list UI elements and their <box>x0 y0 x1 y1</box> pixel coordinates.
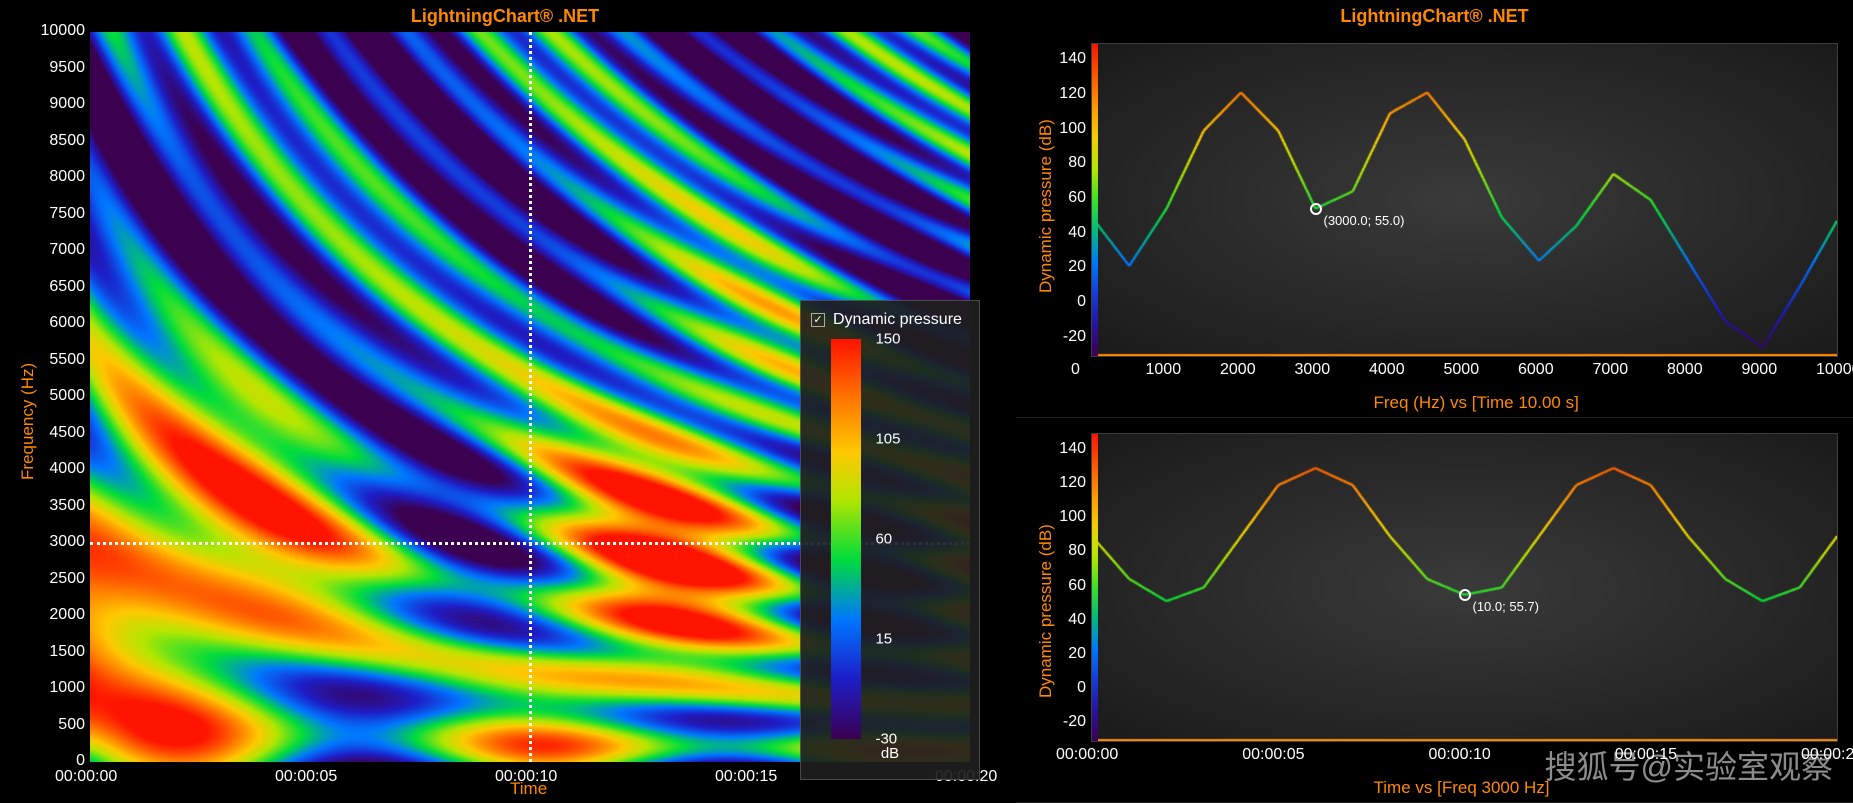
heatmap-xtick: 00:00:15 <box>715 768 777 786</box>
freq-slice-ytick: 0 <box>1046 293 1086 311</box>
heatmap-ytick: 10000 <box>30 22 85 40</box>
time-slice-ytick: 60 <box>1046 577 1086 595</box>
freq-slice-xtick: 1000 <box>1146 361 1182 379</box>
freq-slice-xtick: 6000 <box>1518 361 1554 379</box>
time-slice-marker-icon[interactable] <box>1459 589 1471 601</box>
time-slice-xtick: 00:00:10 <box>1429 746 1491 764</box>
freq-slice-xtick: 4000 <box>1369 361 1405 379</box>
heatmap-xlabel: Time <box>510 779 547 799</box>
heatmap-ytick: 6000 <box>30 314 85 332</box>
time-slice-xtick: 00:00:05 <box>1242 746 1304 764</box>
heatmap-xtick: 00:00:00 <box>55 768 117 786</box>
freq-slice-xtick: 8000 <box>1667 361 1703 379</box>
legend-title: Dynamic pressure <box>833 311 962 329</box>
heatmap-ytick: 4500 <box>30 424 85 442</box>
legend-tick: 150 <box>875 331 900 348</box>
freq-slice-ytick: 40 <box>1046 224 1086 242</box>
heatmap-ytick: 7000 <box>30 241 85 259</box>
time-slice-marker-label: (10.0; 55.7) <box>1473 599 1540 614</box>
heatmap-ytick: 2000 <box>30 606 85 624</box>
time-slice-color-strip <box>1092 434 1098 741</box>
freq-slice-marker-label: (3000.0; 55.0) <box>1324 213 1405 228</box>
freq-slice-xtick: 3000 <box>1295 361 1331 379</box>
heatmap-ytick: 5000 <box>30 387 85 405</box>
freq-slice-ytick: -20 <box>1046 328 1086 346</box>
freq-slice-xtick: 9000 <box>1742 361 1778 379</box>
time-slice-ytick: 0 <box>1046 679 1086 697</box>
freq-slice-ytick: 140 <box>1046 50 1086 68</box>
time-slice-plot-area[interactable]: (10.0; 55.7) <box>1091 433 1838 742</box>
watermark-text: 搜狐号@实验室观察 <box>1545 742 1834 788</box>
freq-slice-xtick: 7000 <box>1593 361 1629 379</box>
freq-slice-color-strip <box>1092 44 1098 356</box>
heatmap-ytick: 9500 <box>30 59 85 77</box>
freq-slice-chart[interactable]: (3000.0; 55.0) Dynamic pressure (dB) -20… <box>1016 33 1853 418</box>
heatmap-panel[interactable]: LightningChart® .NET Frequency (Hz) 0500… <box>0 0 1010 803</box>
legend-checkbox-icon[interactable]: ✓ <box>811 313 825 327</box>
right-panel: LightningChart® .NET (3000.0; 55.0) Dyna… <box>1016 0 1853 803</box>
dashboard-layout: LightningChart® .NET Frequency (Hz) 0500… <box>0 0 1853 803</box>
right-title: LightningChart® .NET <box>1016 0 1853 33</box>
heatmap-ytick: 8000 <box>30 168 85 186</box>
heatmap-ytick: 7500 <box>30 205 85 223</box>
legend-tick: -30 <box>875 731 897 748</box>
freq-slice-ytick: 120 <box>1046 85 1086 103</box>
heatmap-ytick: 3000 <box>30 533 85 551</box>
heatmap-ytick: 1500 <box>30 643 85 661</box>
freq-slice-ytick: 60 <box>1046 189 1086 207</box>
heatmap-ytick: 2500 <box>30 570 85 588</box>
time-slice-ytick: 120 <box>1046 474 1086 492</box>
time-slice-ytick: 140 <box>1046 440 1086 458</box>
freq-slice-xtick: 10000 <box>1816 361 1853 379</box>
time-slice-ytick: 80 <box>1046 542 1086 560</box>
heatmap-xtick: 00:00:05 <box>275 768 337 786</box>
heatmap-ytick: 8500 <box>30 132 85 150</box>
time-slice-ytick: 20 <box>1046 645 1086 663</box>
heatmap-ytick: 5500 <box>30 351 85 369</box>
time-slice-canvas[interactable] <box>1092 434 1837 741</box>
heatmap-ytick: 500 <box>30 716 85 734</box>
time-slice-ytick: 40 <box>1046 611 1086 629</box>
heatmap-title: LightningChart® .NET <box>0 0 1010 33</box>
time-slice-xtick: 00:00:00 <box>1056 746 1118 764</box>
heatmap-ytick: 9000 <box>30 95 85 113</box>
heatmap-ytick: 4000 <box>30 460 85 478</box>
legend-panel[interactable]: ✓ Dynamic pressure 150 105 60 15 -30 dB <box>800 300 980 780</box>
legend-title-row: ✓ Dynamic pressure <box>811 311 969 329</box>
legend-tick: 15 <box>875 631 892 648</box>
freq-slice-marker-icon[interactable] <box>1310 203 1322 215</box>
freq-slice-xtick: 0 <box>1071 361 1080 379</box>
heatmap-ytick: 1000 <box>30 679 85 697</box>
freq-slice-ytick: 100 <box>1046 120 1086 138</box>
heatmap-ytick: 6500 <box>30 278 85 296</box>
freq-slice-ytick: 80 <box>1046 154 1086 172</box>
freq-slice-plot-area[interactable]: (3000.0; 55.0) <box>1091 43 1838 357</box>
heatmap-ytick: 3500 <box>30 497 85 515</box>
legend-tick: 60 <box>875 531 892 548</box>
legend-tick: 105 <box>875 431 900 448</box>
legend-gradient <box>831 339 861 739</box>
time-slice-xlabel: Time vs [Freq 3000 Hz] <box>1374 778 1550 798</box>
freq-slice-xtick: 5000 <box>1444 361 1480 379</box>
freq-slice-xlabel: Freq (Hz) vs [Time 10.00 s] <box>1374 393 1579 413</box>
legend-unit: dB <box>811 745 969 762</box>
freq-slice-canvas[interactable] <box>1092 44 1837 356</box>
time-slice-ytick: 100 <box>1046 508 1086 526</box>
time-slice-ytick: -20 <box>1046 713 1086 731</box>
freq-slice-ytick: 20 <box>1046 258 1086 276</box>
freq-slice-xtick: 2000 <box>1220 361 1256 379</box>
